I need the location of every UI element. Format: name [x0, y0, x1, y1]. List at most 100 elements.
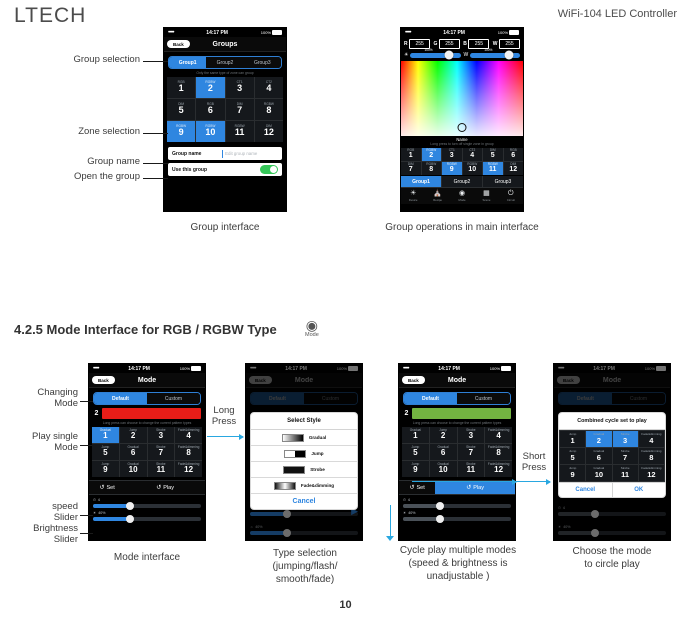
brightness-track[interactable]: 100% — [410, 48, 461, 60]
brightness-slider[interactable]: ☀ 40% — [399, 508, 515, 523]
mode-cell[interactable]: Fade&dimming 12 — [175, 461, 202, 477]
group-tab-2[interactable]: Group2 — [206, 57, 244, 68]
mode-cell[interactable]: Strobe 3 — [147, 427, 175, 443]
zone-cell[interactable]: DIM 5 — [167, 99, 196, 120]
mode-cell[interactable]: Gradual 10 — [586, 465, 612, 481]
tab-mode[interactable]: ◉ Mode — [450, 188, 474, 204]
mode-cell[interactable]: Jump 2 — [429, 427, 457, 443]
mode-cell[interactable]: Strobe 11 — [457, 461, 485, 477]
zone-cell[interactable]: RGBW 9 — [442, 162, 462, 175]
tab-device[interactable]: ☀ Device — [401, 188, 425, 204]
group-tab-3[interactable]: Group3 — [243, 57, 281, 68]
style-option-gradual[interactable]: Gradual — [251, 430, 357, 446]
zone-cell[interactable]: RGB 1 — [167, 77, 196, 98]
set-button[interactable]: ↺ Set — [89, 481, 125, 494]
color-picker-field[interactable] — [401, 61, 523, 136]
tab-default[interactable]: Default — [94, 393, 147, 404]
zone-grid[interactable]: RGB 1 RGBW 2 CT1 3 CT2 4 DIM 5 RGB 6 DIM… — [401, 148, 523, 175]
zone-cell[interactable]: RGBW 11 — [225, 121, 254, 142]
zone-cell[interactable]: RGBW 10 — [462, 162, 482, 175]
zone-cell[interactable]: DIM 5 — [483, 148, 503, 161]
mode-cell[interactable]: Strobe 3 — [457, 427, 485, 443]
mode-cell[interactable]: Jump 5 — [402, 444, 429, 460]
zone-cell[interactable]: CT1 3 — [442, 148, 462, 161]
mode-cell[interactable]: Strobe 7 — [612, 448, 638, 464]
zone-cell[interactable]: RGBW 10 — [196, 121, 225, 142]
style-option-fade[interactable]: Fade&dimming — [251, 478, 357, 494]
group-button-1[interactable]: Group1 — [401, 176, 441, 187]
channel-w[interactable]: W 255 — [493, 39, 520, 49]
zone-cell[interactable]: CT2 4 — [462, 148, 482, 161]
zone-cell[interactable]: DIM 12 — [503, 162, 523, 175]
zone-cell[interactable]: CT2 4 — [254, 77, 283, 98]
mode-cell[interactable]: Gradual 1 — [402, 427, 429, 443]
mode-cell[interactable]: Fade&dimming 8 — [638, 448, 664, 464]
brightness-slider[interactable]: ☀ 100% — [404, 48, 461, 60]
brightness-knob[interactable] — [435, 514, 444, 523]
mode-cell[interactable]: Jump 9 — [92, 461, 119, 477]
mode-cell[interactable]: Fade&dimming 8 — [485, 444, 512, 460]
zone-grid[interactable]: RGB 1 RGBW 2 CT1 3 CT2 4 DIM 5 RGB 6 DIM… — [167, 77, 283, 142]
mode-cell[interactable]: Fade&dimming 8 — [175, 444, 202, 460]
zone-cell[interactable]: RGBW 8 — [421, 162, 441, 175]
tab-recipe[interactable]: ⛪ Recipe — [425, 188, 449, 204]
play-button[interactable]: ↺ Play — [435, 481, 515, 494]
zone-cell[interactable]: DIM 12 — [254, 121, 283, 142]
group-name-row[interactable]: Group name Edit group name — [168, 147, 282, 160]
color-picker-handle[interactable] — [457, 123, 467, 132]
channel-g-value[interactable]: 255 — [438, 39, 460, 49]
tab-default[interactable]: Default — [404, 393, 457, 404]
mode-cell[interactable]: Fade&dimming 12 — [485, 461, 512, 477]
ok-button[interactable]: OK — [611, 483, 666, 497]
mode-cell[interactable]: Gradual 10 — [429, 461, 457, 477]
mode-cell[interactable]: Gradual 6 — [586, 448, 612, 464]
speed-slider[interactable]: ⏱ 4 — [89, 495, 205, 510]
mode-cell[interactable]: Strobe 11 — [147, 461, 175, 477]
zone-cell[interactable]: RGBW 9 — [167, 121, 196, 142]
speed-knob[interactable] — [435, 501, 444, 510]
speed-track[interactable] — [403, 501, 511, 510]
set-button[interactable]: ↺ Set — [399, 481, 435, 494]
channel-w-value[interactable]: 255 — [499, 39, 520, 49]
mode-cell[interactable]: Strobe 11 — [612, 465, 638, 481]
play-button[interactable]: ↺ Play — [125, 481, 205, 494]
mode-cell[interactable]: Gradual 1 — [92, 427, 119, 443]
mode-grid[interactable]: Gradual 1 Jump 2 Strobe 3 Fade&dimming 4… — [92, 427, 202, 477]
tab-custom[interactable]: Custom — [457, 393, 510, 404]
group-button-2[interactable]: Group2 — [442, 176, 482, 187]
tab-scene[interactable]: ▦ Scene — [474, 188, 498, 204]
mode-cell[interactable]: Jump 9 — [560, 465, 586, 481]
white-knob[interactable] — [504, 50, 514, 60]
use-group-toggle[interactable] — [260, 165, 278, 174]
brightness-track[interactable] — [403, 514, 511, 523]
mode-cell[interactable]: Jump 9 — [402, 461, 429, 477]
brightness-knob[interactable] — [444, 50, 454, 60]
mode-cell[interactable]: Fade&dimming 4 — [638, 431, 664, 447]
mode-cell[interactable]: Fade&dimming 4 — [485, 427, 512, 443]
action-row[interactable]: ↺ Set ↺ Play — [399, 480, 515, 495]
white-track[interactable]: 100% — [470, 48, 520, 60]
dialog-actions[interactable]: Cancel OK — [559, 482, 665, 497]
cancel-button[interactable]: Cancel — [559, 483, 612, 497]
zone-cell[interactable]: CT1 3 — [225, 77, 254, 98]
mode-tabs[interactable]: Default Custom — [93, 392, 201, 405]
mode-cell[interactable]: Jump 5 — [560, 448, 586, 464]
mode-cell[interactable]: Gradual 2 — [586, 431, 612, 447]
mode-cell[interactable]: Strobe 7 — [147, 444, 175, 460]
brightness-track[interactable] — [93, 514, 201, 523]
mode-tabs[interactable]: Default Custom — [403, 392, 511, 405]
white-slider[interactable]: W 100% — [464, 48, 520, 60]
group-row[interactable]: Group1 Group2 Group3 — [401, 176, 523, 187]
channel-g[interactable]: G 255 — [434, 39, 460, 49]
speed-track[interactable] — [93, 501, 201, 510]
group-button-3[interactable]: Group3 — [483, 176, 523, 187]
action-row[interactable]: ↺ Set ↺ Play — [89, 480, 205, 495]
combined-mode-grid[interactable]: Jump 1 Gradual 2 Strobe 3 Fade&dimming 4… — [559, 430, 665, 482]
style-option-jump[interactable]: Jump — [251, 446, 357, 462]
speed-knob[interactable] — [125, 501, 134, 510]
mode-cell[interactable]: Fade&dimming 4 — [175, 427, 202, 443]
zone-cell[interactable]: RGB 1 — [401, 148, 421, 161]
mode-cell[interactable]: Jump 2 — [119, 427, 147, 443]
mode-cell[interactable]: Strobe 7 — [457, 444, 485, 460]
mode-cell[interactable]: Jump 1 — [560, 431, 586, 447]
